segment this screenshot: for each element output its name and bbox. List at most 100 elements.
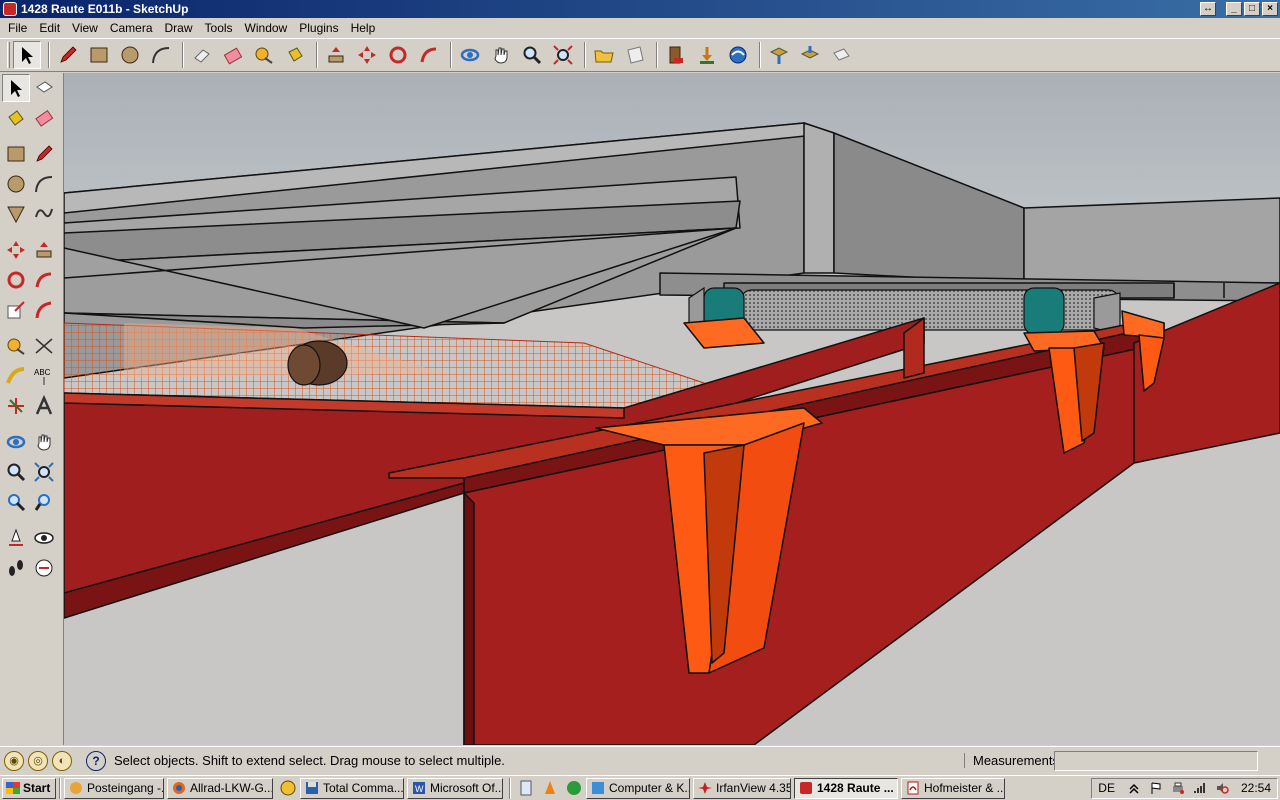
clock[interactable]: 22:54 — [1241, 781, 1271, 795]
calculator-icon[interactable] — [517, 779, 535, 797]
push-pull-icon[interactable] — [322, 41, 350, 69]
printer-icon[interactable] — [1171, 781, 1185, 795]
model-viewport[interactable] — [64, 73, 1280, 745]
task-irfanview[interactable]: IrfanView 4.35 — [693, 777, 791, 799]
get-models-icon[interactable] — [693, 41, 721, 69]
task-allrad[interactable]: Allrad-LKW-G... — [167, 777, 273, 799]
layer-export-icon[interactable] — [765, 41, 793, 69]
task-label: 1428 Raute ... — [817, 781, 894, 795]
pan-icon[interactable] — [30, 428, 58, 456]
select-icon[interactable] — [2, 74, 30, 102]
follow-me-icon[interactable] — [30, 266, 58, 294]
pencil-icon[interactable] — [54, 41, 82, 69]
task-total-commander[interactable]: Total Comma... — [300, 777, 404, 799]
green-app-icon[interactable] — [565, 779, 583, 797]
previous-view-icon[interactable] — [2, 488, 30, 516]
task-computer[interactable]: Computer & K... — [586, 777, 690, 799]
share-icon[interactable] — [724, 41, 752, 69]
axes-icon[interactable] — [2, 392, 30, 420]
close-button[interactable]: × — [1262, 2, 1278, 16]
toolbar-grip[interactable] — [7, 42, 10, 68]
follow-me-icon[interactable] — [415, 41, 443, 69]
paint-bucket-icon[interactable] — [2, 104, 30, 132]
polygon-icon[interactable] — [2, 200, 30, 228]
menu-window[interactable]: Window — [239, 18, 294, 38]
geo-location-icon[interactable]: ◉ — [4, 750, 24, 771]
3d-text-icon[interactable] — [30, 392, 58, 420]
volume-muted-icon[interactable] — [1215, 781, 1229, 795]
tape-measure-icon[interactable] — [250, 41, 278, 69]
circle-icon[interactable] — [2, 170, 30, 198]
tape-measure-icon[interactable] — [2, 332, 30, 360]
folder-icon[interactable] — [590, 41, 618, 69]
zoom-extents-icon[interactable] — [30, 488, 58, 516]
make-component-icon[interactable] — [30, 74, 58, 102]
orbit-icon[interactable] — [456, 41, 484, 69]
menu-tools[interactable]: Tools — [199, 18, 239, 38]
task-label: IrfanView 4.35 — [716, 781, 791, 795]
minimize-button[interactable]: _ — [1226, 2, 1242, 16]
components-icon[interactable] — [662, 41, 690, 69]
zoom-icon[interactable] — [2, 458, 30, 486]
rectangle-icon[interactable] — [2, 140, 30, 168]
flag-icon[interactable] — [1149, 781, 1163, 795]
restore-split-button[interactable]: ↔ — [1200, 2, 1216, 16]
task-sketchup[interactable]: 1428 Raute ... — [794, 777, 898, 799]
move-icon[interactable] — [353, 41, 381, 69]
start-button[interactable]: Start — [2, 777, 56, 799]
select-icon[interactable] — [13, 41, 41, 69]
zoom-window-icon[interactable] — [30, 458, 58, 486]
signal-icon[interactable] — [1193, 781, 1207, 795]
protractor-icon[interactable] — [2, 362, 30, 390]
user-icon[interactable]: ◐ — [52, 750, 72, 771]
paint-bucket-icon[interactable] — [219, 41, 247, 69]
rectangle-icon[interactable] — [85, 41, 113, 69]
move-icon[interactable] — [2, 236, 30, 264]
text-icon[interactable]: ABC — [30, 362, 58, 390]
menu-file[interactable]: File — [2, 18, 33, 38]
scale-icon[interactable] — [2, 296, 30, 324]
zoom-extents-icon[interactable] — [549, 41, 577, 69]
rotate-icon[interactable] — [384, 41, 412, 69]
print-icon[interactable] — [827, 41, 855, 69]
task-microsoft-office[interactable]: W Microsoft Of... — [407, 777, 503, 799]
pan-icon[interactable] — [487, 41, 515, 69]
eraser-icon[interactable] — [30, 104, 58, 132]
position-camera-icon[interactable] — [2, 524, 30, 552]
look-around-icon[interactable] — [30, 524, 58, 552]
dimension-icon[interactable] — [30, 332, 58, 360]
orbit-icon[interactable] — [2, 428, 30, 456]
section-plane-icon[interactable] — [30, 554, 58, 582]
offset-icon[interactable] — [30, 296, 58, 324]
toolbar-separator — [759, 42, 761, 68]
pencil-icon[interactable] — [30, 140, 58, 168]
freehand-icon[interactable] — [30, 200, 58, 228]
credits-icon[interactable]: ◎ — [28, 750, 48, 771]
eraser-icon[interactable] — [188, 41, 216, 69]
measurements-input[interactable] — [1054, 750, 1258, 771]
menu-help[interactable]: Help — [345, 18, 382, 38]
rotate-icon[interactable] — [2, 266, 30, 294]
menu-draw[interactable]: Draw — [159, 18, 199, 38]
walk-icon[interactable] — [2, 554, 30, 582]
menu-view[interactable]: View — [66, 18, 104, 38]
push-pull-icon[interactable] — [30, 236, 58, 264]
page-icon[interactable] — [621, 41, 649, 69]
zoom-icon[interactable] — [518, 41, 546, 69]
task-posteingang[interactable]: Posteingang -... — [64, 777, 164, 799]
layer-import-icon[interactable] — [796, 41, 824, 69]
circle-icon[interactable] — [116, 41, 144, 69]
menu-edit[interactable]: Edit — [33, 18, 66, 38]
arc-icon[interactable] — [147, 41, 175, 69]
task-hofmeister[interactable]: Hofmeister & ... — [901, 777, 1005, 799]
quicklaunch-icon[interactable] — [279, 779, 297, 797]
language-indicator[interactable]: DE — [1098, 781, 1115, 795]
help-icon[interactable]: ? — [86, 750, 106, 771]
arc-icon[interactable] — [30, 170, 58, 198]
vlc-icon[interactable] — [541, 779, 559, 797]
maximize-button[interactable]: □ — [1244, 2, 1260, 16]
menu-plugins[interactable]: Plugins — [293, 18, 344, 38]
menu-camera[interactable]: Camera — [104, 18, 159, 38]
paint-icon[interactable] — [281, 41, 309, 69]
chevron-up-icon[interactable] — [1127, 781, 1141, 795]
